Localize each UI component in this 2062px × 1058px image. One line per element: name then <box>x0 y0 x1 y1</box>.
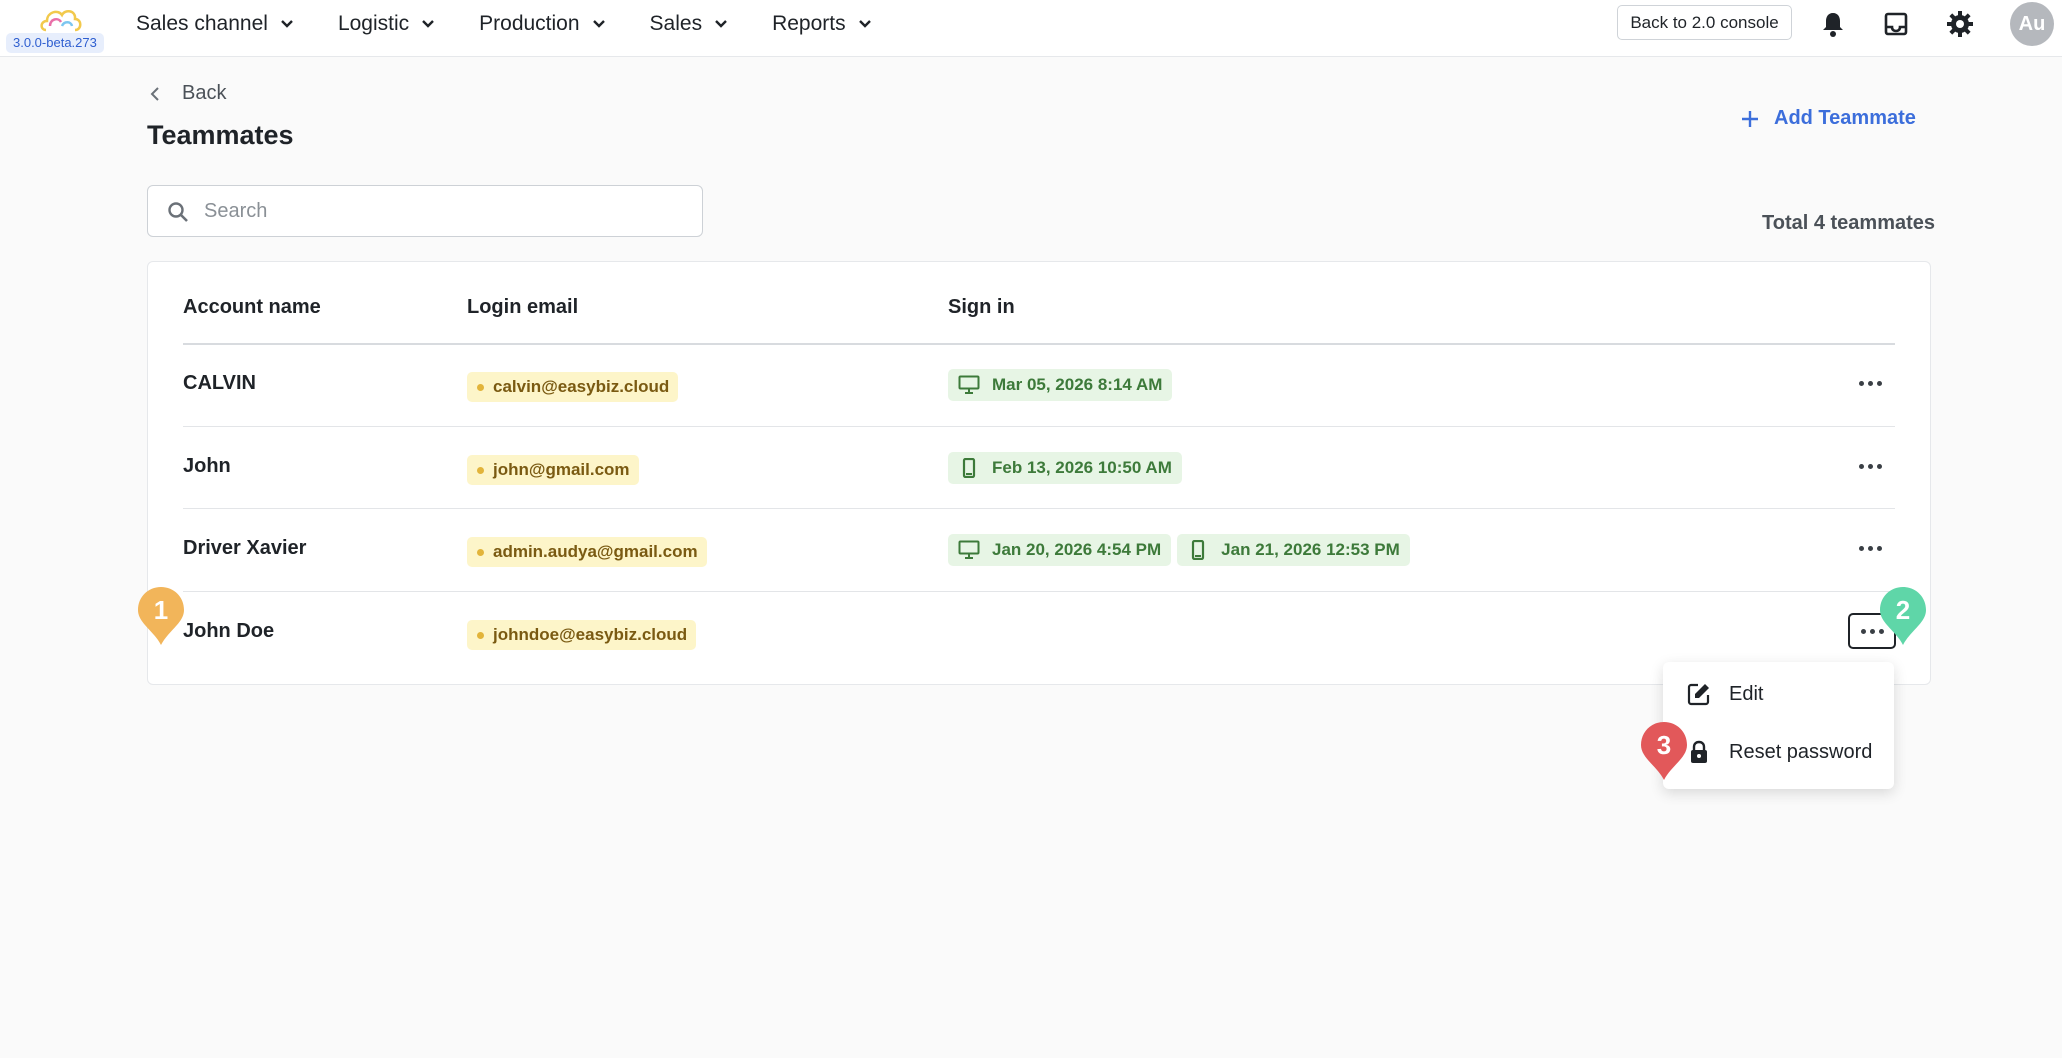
total-teammates: Total 4 teammates <box>1762 212 1936 234</box>
nav-label: Sales channel <box>136 12 268 35</box>
gear-icon[interactable] <box>1945 9 1975 39</box>
mobile-icon <box>962 458 976 478</box>
mobile-icon <box>1192 540 1205 560</box>
more-dot <box>1867 545 1873 551</box>
sign-in-badge: Jan 21, 2026 12:53 PM <box>1177 534 1410 566</box>
add-teammate-button[interactable]: Add Teammate <box>1740 107 1916 130</box>
desktop-icon <box>958 375 980 394</box>
row-actions-menu: Edit Reset password <box>1663 662 1894 789</box>
nav-label: Reports <box>772 12 846 35</box>
add-teammate-label: Add Teammate <box>1774 107 1916 129</box>
table-row: Driver Xavier admin.audya@gmail.com Jan … <box>183 510 1895 592</box>
email-badge: johndoe@easybiz.cloud <box>467 620 697 650</box>
more-dot <box>1858 380 1864 386</box>
email-badge: calvin@easybiz.cloud <box>467 372 679 402</box>
sign-in-time: Mar 05, 2026 8:14 AM <box>992 375 1163 394</box>
sign-in-badge: Feb 13, 2026 10:50 AM <box>948 452 1182 484</box>
column-header-login-email: Login email <box>467 296 579 318</box>
account-name: CALVIN <box>183 372 256 394</box>
back-label: Back <box>182 82 227 104</box>
nav-label: Sales <box>649 12 703 35</box>
marker-number: 3 <box>1656 730 1672 760</box>
back-to-console-button[interactable]: Back to 2.0 console <box>1617 5 1792 40</box>
cloud-logo-icon[interactable] <box>38 4 84 34</box>
top-bar: 3.0.0-beta.273 Sales channel Logistic Pr… <box>0 0 2062 57</box>
edit-icon <box>1687 683 1710 706</box>
more-dot <box>1860 628 1866 634</box>
sign-in-time: Jan 20, 2026 4:54 PM <box>992 540 1162 559</box>
chevron-down-icon <box>715 20 727 28</box>
search-box <box>147 185 703 237</box>
more-dot <box>1858 545 1864 551</box>
version-badge: 3.0.0-beta.273 <box>6 33 104 53</box>
more-dot <box>1858 463 1864 469</box>
table-row: John Doe johndoe@easybiz.cloud <box>183 593 1896 675</box>
row-divider <box>183 508 1895 509</box>
row-actions-button[interactable] <box>1855 538 1885 558</box>
inbox-icon[interactable] <box>1881 9 1911 39</box>
account-name: John <box>183 455 231 477</box>
desktop-icon <box>958 540 980 559</box>
lock-icon <box>1691 740 1707 763</box>
step-marker-1: 1 <box>138 587 184 645</box>
nav-logistic[interactable]: Logistic <box>338 0 437 48</box>
row-divider <box>183 591 1895 592</box>
marker-number: 2 <box>1895 595 1911 625</box>
nav-sales-channel[interactable]: Sales channel <box>136 0 296 48</box>
sign-in-time: Feb 13, 2026 10:50 AM <box>992 458 1172 477</box>
chevron-left-icon <box>150 86 159 101</box>
nav-production[interactable]: Production <box>479 0 607 48</box>
chevron-down-icon <box>592 20 605 28</box>
nav-label: Production <box>479 12 580 35</box>
sign-in-list: Jan 20, 2026 4:54 PM Jan 21, 2026 12:53 … <box>948 534 1416 566</box>
menu-item-label: Reset password <box>1729 740 1873 763</box>
search-input[interactable] <box>204 196 684 226</box>
more-dot <box>1867 380 1873 386</box>
nav-sales[interactable]: Sales <box>650 0 731 48</box>
email-badge: john@gmail.com <box>467 455 639 485</box>
marker-number: 1 <box>153 595 169 625</box>
more-dot <box>1876 380 1882 386</box>
menu-item-label: Edit <box>1729 682 1764 705</box>
account-name: John Doe <box>183 620 275 642</box>
sign-in-time: Jan 21, 2026 12:53 PM <box>1221 540 1400 559</box>
account-name: Driver Xavier <box>183 537 307 559</box>
sign-in-list: Mar 05, 2026 8:14 AM <box>948 369 1178 401</box>
more-dot <box>1876 545 1882 551</box>
column-header-sign-in: Sign in <box>948 296 1015 318</box>
table-row: CALVIN calvin@easybiz.cloud Mar 05, 2026… <box>183 345 1895 427</box>
nav-label: Logistic <box>337 12 410 35</box>
column-header-account-name: Account name <box>183 296 321 318</box>
plus-icon <box>1742 110 1758 127</box>
more-dot <box>1867 463 1873 469</box>
step-marker-3: 3 <box>1641 722 1687 780</box>
step-marker-2: 2 <box>1880 587 1926 645</box>
chevron-down-icon <box>422 20 434 28</box>
bell-icon[interactable] <box>1818 9 1848 39</box>
row-actions-button[interactable] <box>1855 373 1885 393</box>
search-icon <box>168 202 188 222</box>
avatar[interactable]: Au <box>2010 2 2054 46</box>
back-link[interactable]: Back <box>148 82 226 105</box>
chevron-down-icon <box>281 20 293 28</box>
more-dot <box>1876 463 1882 469</box>
chevron-down-icon <box>858 20 871 28</box>
email-badge: admin.audya@gmail.com <box>467 537 707 567</box>
sign-in-badge: Jan 20, 2026 4:54 PM <box>948 534 1172 566</box>
nav-reports[interactable]: Reports <box>772 0 874 48</box>
page-title: Teammates <box>147 120 294 150</box>
sign-in-badge: Mar 05, 2026 8:14 AM <box>948 369 1173 401</box>
table-row: John john@gmail.com Feb 13, 2026 10:50 A… <box>183 428 1895 510</box>
main-nav: Sales channel Logistic Production Sales … <box>136 0 916 48</box>
menu-item-reset-password[interactable]: Reset password <box>1687 740 1872 764</box>
row-actions-button[interactable] <box>1855 456 1885 476</box>
menu-item-edit[interactable]: Edit <box>1687 682 1763 706</box>
row-divider <box>183 426 1895 427</box>
more-dot <box>1869 628 1875 634</box>
sign-in-list: Feb 13, 2026 10:50 AM <box>948 452 1188 484</box>
